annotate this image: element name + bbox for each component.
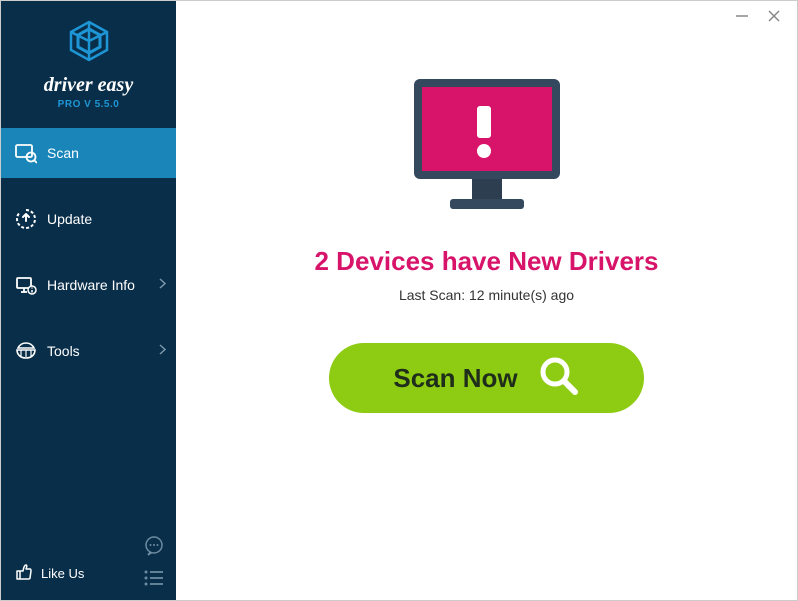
- feedback-button[interactable]: [142, 534, 166, 558]
- title-bar: [735, 1, 797, 31]
- nav-list: Scan Update: [1, 128, 176, 392]
- status-headline: 2 Devices have New Drivers: [315, 246, 659, 277]
- main-content: 2 Devices have New Drivers Last Scan: 12…: [176, 1, 797, 600]
- last-scan-text: Last Scan: 12 minute(s) ago: [399, 287, 574, 303]
- sidebar-item-label: Tools: [47, 343, 159, 359]
- chevron-right-icon: [159, 344, 166, 358]
- hardware-info-icon: [15, 274, 37, 296]
- tools-icon: [15, 340, 37, 362]
- sidebar-item-label: Scan: [47, 145, 166, 161]
- scan-now-button[interactable]: Scan Now: [329, 343, 644, 413]
- minimize-button[interactable]: [735, 9, 749, 23]
- sidebar-item-scan[interactable]: Scan: [1, 128, 176, 178]
- speech-bubble-icon: [143, 535, 165, 557]
- magnify-icon: [538, 355, 580, 402]
- thumbs-up-icon: [15, 563, 33, 584]
- logo-text: driver easy: [44, 74, 133, 97]
- logo-area: driver easy PRO V 5.5.0: [1, 1, 176, 118]
- sidebar-item-tools[interactable]: Tools: [1, 326, 176, 376]
- menu-button[interactable]: [142, 566, 166, 590]
- alert-monitor-graphic: [402, 71, 572, 226]
- update-icon: [15, 208, 37, 230]
- sidebar-bottom-icons: [142, 534, 166, 590]
- scan-icon: [15, 142, 37, 164]
- scan-now-label: Scan Now: [393, 363, 517, 394]
- chevron-right-icon: [159, 278, 166, 292]
- sidebar-item-update[interactable]: Update: [1, 194, 176, 244]
- app-window: driver easy PRO V 5.5.0 Scan: [0, 0, 798, 601]
- list-icon: [143, 567, 165, 589]
- sidebar-item-hardware-info[interactable]: Hardware Info: [1, 260, 176, 310]
- sidebar-item-label: Update: [47, 211, 166, 227]
- close-button[interactable]: [767, 9, 781, 23]
- close-icon: [767, 9, 781, 23]
- version-text: PRO V 5.5.0: [58, 99, 120, 110]
- minimize-icon: [735, 9, 749, 23]
- sidebar-item-label: Hardware Info: [47, 277, 159, 293]
- like-us-label: Like Us: [41, 566, 84, 581]
- sidebar: driver easy PRO V 5.5.0 Scan: [1, 1, 176, 600]
- logo-icon: [65, 19, 113, 68]
- like-us-button[interactable]: Like Us: [15, 563, 84, 584]
